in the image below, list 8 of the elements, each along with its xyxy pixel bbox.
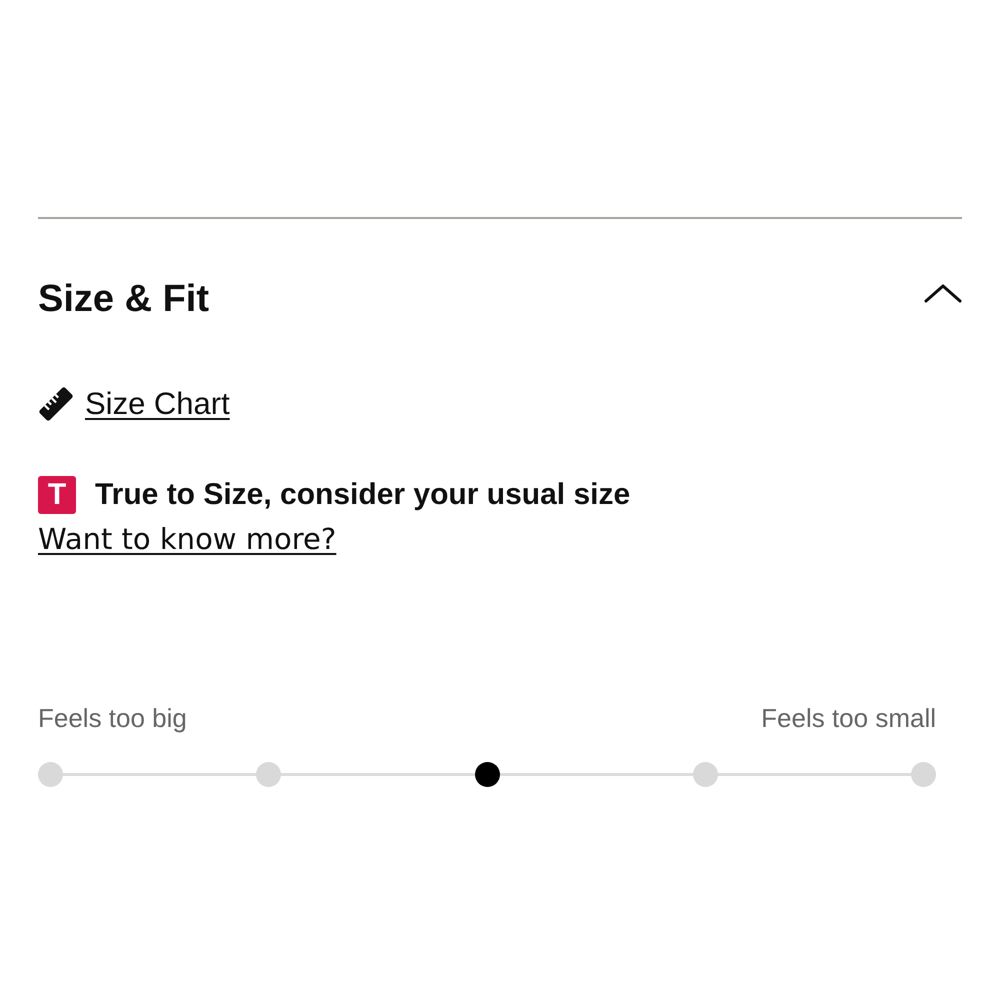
fit-badge: T <box>38 476 76 514</box>
section-title: Size & Fit <box>38 277 210 322</box>
chevron-up-icon[interactable] <box>924 283 962 303</box>
fit-summary-text: True to Size, consider your usual size <box>95 477 630 513</box>
scale-right-label: Feels too small <box>761 702 936 734</box>
scale-left-label: Feels too big <box>38 702 187 734</box>
size-chart-link[interactable]: Size Chart <box>85 386 230 422</box>
know-more-link[interactable]: Want to know more? <box>38 520 336 558</box>
